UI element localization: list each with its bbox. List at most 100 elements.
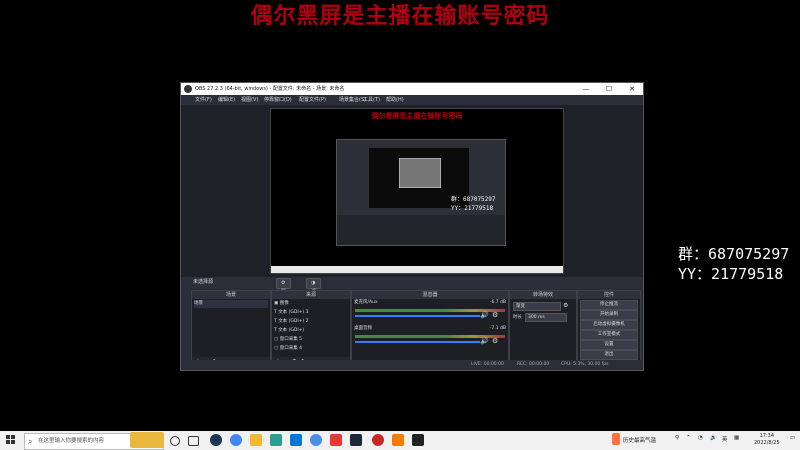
obs-taskbar-icon[interactable]	[210, 434, 222, 446]
menu-profile[interactable]: 配置文件(P)	[299, 95, 326, 105]
obs-titlebar[interactable]: OBS 27.2.3 (64-bit, windows) - 配置文件: 未命名…	[181, 83, 643, 95]
close-button[interactable]: ✕	[621, 83, 643, 95]
chrome-icon[interactable]	[230, 434, 242, 446]
steam-icon[interactable]	[350, 434, 362, 446]
text-icon: T	[274, 310, 277, 315]
app-icon[interactable]	[270, 434, 282, 446]
volume-slider[interactable]	[355, 341, 480, 343]
mixer-channel-db: -7.1 dB	[489, 326, 506, 331]
volume-slider[interactable]	[355, 315, 480, 317]
mixer-dock-title: 混音器	[352, 291, 508, 299]
canvas-banner-text: 偶尔黑屏是主播在输账号密码	[371, 111, 463, 120]
transition-select[interactable]: 渐变	[513, 302, 561, 311]
canvas-side-yy: YY：21779518	[451, 205, 494, 212]
weather-icon[interactable]	[612, 433, 620, 445]
app-icon[interactable]	[392, 434, 404, 446]
app-icon[interactable]	[310, 434, 322, 446]
taskbar-clock[interactable]: 17:34 2022/8/25	[754, 433, 780, 447]
gear-icon[interactable]: ⚙	[563, 302, 568, 309]
app-icon[interactable]	[330, 434, 342, 446]
taskbar-date: 2022/8/25	[754, 440, 780, 446]
speaker-icon[interactable]: 🔊	[480, 311, 489, 319]
search-highlight-image[interactable]	[130, 432, 164, 448]
menu-view[interactable]: 视图(V)	[241, 95, 258, 105]
start-recording-button[interactable]: 开始录制	[580, 310, 638, 320]
maximize-button[interactable]: ☐	[598, 83, 620, 95]
banner-text: 偶尔黑屏是主播在输账号密码	[250, 3, 550, 29]
obs-statusbar: LIVE: 00:00:00 REC: 00:00:00 CPU: 5.3%, …	[181, 360, 643, 369]
menu-tools[interactable]: 工具(T)	[363, 95, 380, 105]
obs-menubar: 文件(F) 编辑(E) 视图(V) 停靠窗口(D) 配置文件(P) 场景集合(S…	[181, 95, 643, 105]
side-info: 群：687075297 YY：21779518	[678, 244, 789, 284]
network-icon[interactable]: ◔	[698, 435, 703, 441]
obs-app-icon	[184, 85, 192, 93]
canvas-side-info: 群：687075297 YY：21779518	[451, 195, 496, 213]
nested-panel	[337, 215, 505, 245]
no-source-selected-label: 未选择源	[193, 279, 214, 285]
app-icon[interactable]	[412, 434, 424, 446]
side-info-yy: YY：21779518	[678, 265, 784, 283]
minimize-button[interactable]: —	[575, 83, 597, 95]
canvas-taskbar	[271, 266, 563, 273]
start-virtual-camera-button[interactable]: 启动虚拟摄像机	[580, 320, 638, 330]
notification-icon[interactable]: ▭	[790, 435, 795, 441]
obs-window-title: OBS 27.2.3 (64-bit, windows) - 配置文件: 未命名…	[195, 86, 345, 92]
controls-dock: 控件 停止推流 开始录制 启动虚拟摄像机 工作室模式 设置 退出	[577, 290, 641, 368]
search-icon: ⌕	[28, 437, 33, 446]
scenes-list[interactable]: 场景	[192, 299, 270, 357]
app-icon[interactable]	[290, 434, 302, 446]
ime-icon[interactable]: 英	[722, 435, 728, 443]
source-status-bar: 未选择源	[181, 277, 643, 287]
text-icon: T	[274, 319, 277, 324]
source-item[interactable]: T 文本 (GDI+) 2	[274, 318, 348, 326]
preview-canvas[interactable]: 偶尔黑屏是主播在输账号密码 群：687075297 YY：21779518	[270, 108, 564, 274]
task-view-icon[interactable]	[188, 436, 199, 446]
stop-streaming-button[interactable]: 停止推流	[580, 300, 638, 310]
filters-button[interactable]: ◑ 滤镜	[306, 278, 322, 304]
cortana-icon[interactable]	[170, 436, 180, 446]
nested-dialog	[399, 158, 441, 188]
scene-item[interactable]: 场景	[194, 300, 268, 308]
source-item[interactable]: ▣ 图像	[274, 300, 348, 308]
speaker-icon[interactable]: 🔊	[480, 337, 489, 345]
windows-start-icon[interactable]	[6, 435, 16, 445]
people-icon[interactable]: ⚲	[675, 435, 679, 441]
weather-text[interactable]: 历史最高气温	[623, 436, 656, 444]
volume-icon[interactable]: 🔊	[710, 435, 717, 441]
chevron-up-icon[interactable]: ⌃	[686, 435, 691, 441]
rec-status: REC: 00:00:00	[517, 362, 550, 367]
studio-mode-button[interactable]: 工作室模式	[580, 330, 638, 340]
menu-help[interactable]: 帮助(H)	[386, 95, 404, 105]
settings-button[interactable]: 设置	[580, 340, 638, 350]
source-item[interactable]: ▢ 窗口采集 5	[274, 336, 348, 344]
search-placeholder: 在这里输入你要搜索的内容	[38, 438, 105, 444]
source-item[interactable]: T 文本 (GDI+) 3	[274, 309, 348, 317]
file-explorer-icon[interactable]	[250, 434, 262, 446]
menu-edit[interactable]: 编辑(E)	[218, 95, 235, 105]
taskbar-time: 17:34	[759, 433, 775, 439]
app-tray-icon[interactable]: ▦	[734, 435, 739, 441]
gear-icon[interactable]: ⚙	[492, 311, 498, 319]
window-icon: ▢	[274, 337, 279, 342]
source-item[interactable]: ▢ 窗口采集 4	[274, 345, 348, 353]
properties-button[interactable]: ⚙ 属性	[276, 278, 292, 304]
controls-body: 停止推流 开始录制 启动虚拟摄像机 工作室模式 设置 退出	[578, 299, 640, 367]
window-icon: ▢	[274, 346, 279, 351]
text-icon: T	[274, 328, 277, 333]
canvas-side-qun: 群：687075297	[451, 196, 496, 203]
sources-dock: 来源 ▣ 图像 T 文本 (GDI+) 3 T 文本 (GDI+) 2 T 文本…	[271, 290, 351, 368]
gear-icon[interactable]: ⚙	[492, 337, 498, 345]
mixer-dock: 混音器 麦克风/Aux -6.7 dB 🔊 ⚙ 桌面音频 -7.1 dB 🔊 ⚙	[351, 290, 509, 368]
mixer-body: 麦克风/Aux -6.7 dB 🔊 ⚙ 桌面音频 -7.1 dB 🔊 ⚙	[352, 299, 508, 367]
app-icon[interactable]	[372, 434, 384, 446]
sources-list[interactable]: ▣ 图像 T 文本 (GDI+) 3 T 文本 (GDI+) 2 T 文本 (G…	[272, 299, 350, 357]
exit-button[interactable]: 退出	[580, 350, 638, 360]
obs-window: OBS 27.2.3 (64-bit, windows) - 配置文件: 未命名…	[180, 82, 644, 371]
sources-dock-title: 来源	[272, 291, 350, 299]
menu-docks[interactable]: 停靠窗口(D)	[264, 95, 292, 105]
source-item[interactable]: T 文本 (GDI+)	[274, 327, 348, 335]
duration-input[interactable]: 300 ms	[525, 313, 567, 322]
menu-file[interactable]: 文件(F)	[195, 95, 212, 105]
duration-label: 时长	[513, 315, 522, 320]
preview-area[interactable]: 偶尔黑屏是主播在输账号密码 群：687075297 YY：21779518	[181, 105, 643, 277]
